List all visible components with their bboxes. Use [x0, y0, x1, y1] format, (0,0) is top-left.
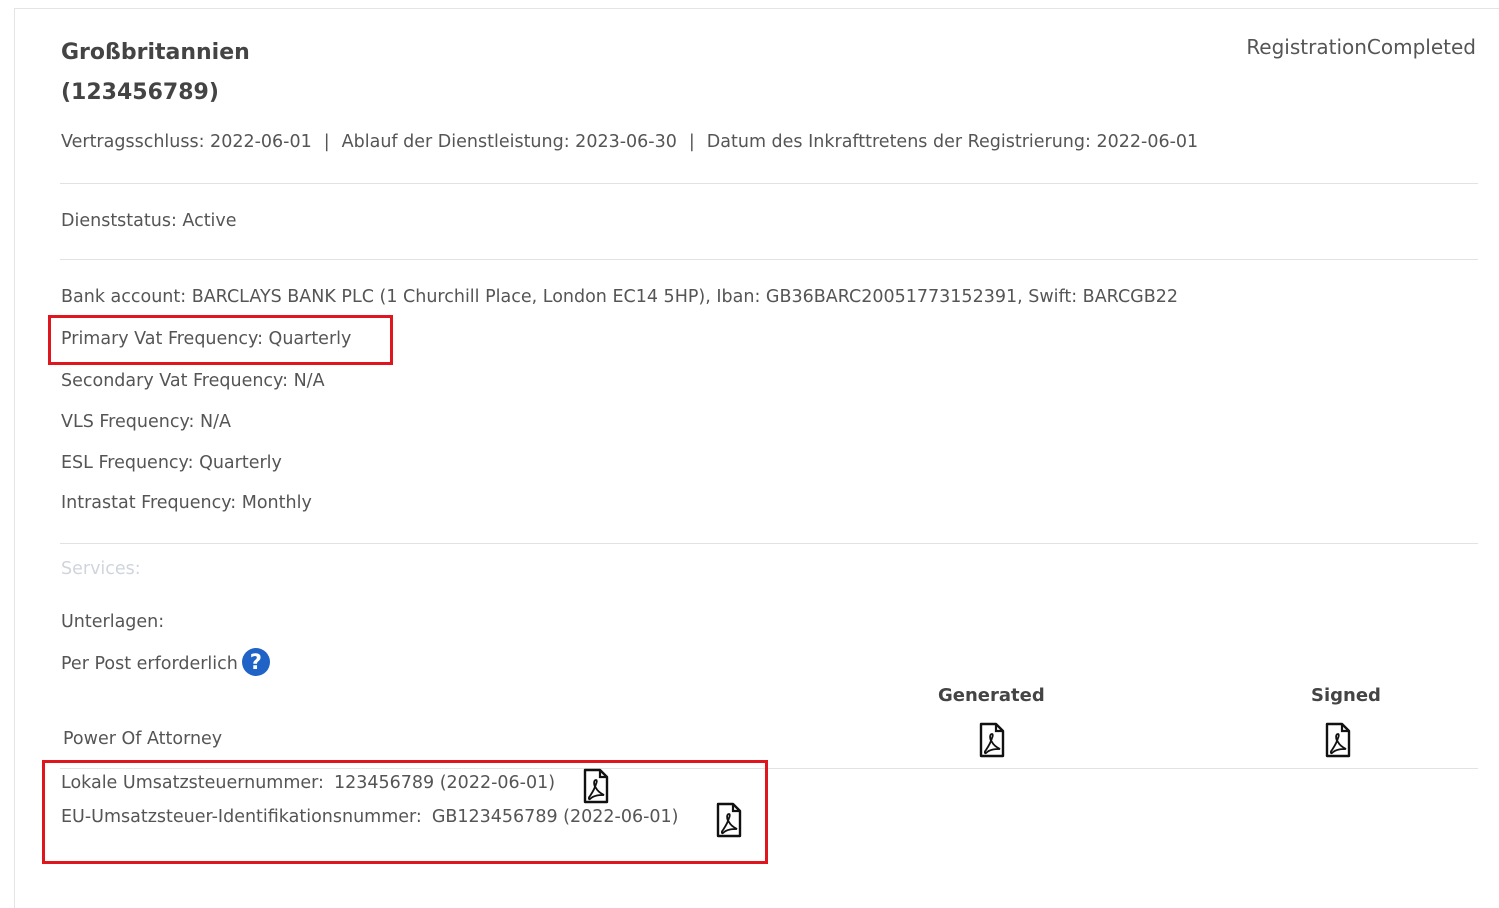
column-signed: Signed [1311, 685, 1381, 706]
highlight-primary-vat [48, 315, 393, 365]
post-required-label: Per Post erforderlich [61, 654, 238, 674]
country-title: Großbritannien (123456789) [61, 33, 321, 113]
intrastat-frequency: Intrastat Frequency: Monthly [61, 493, 312, 513]
meta-separator: | [688, 132, 695, 152]
registration-effective-date: Datum des Inkrafttretens der Registrieru… [706, 132, 1199, 152]
registration-id: (123456789) [61, 80, 219, 105]
column-generated: Generated [938, 685, 1045, 706]
pdf-file-icon[interactable] [1324, 722, 1352, 758]
services-label: Services: [61, 559, 141, 579]
power-of-attorney-label: Power Of Attorney [63, 729, 223, 749]
service-expiry: Ablauf der Dienstleistung: 2023-06-30 [341, 132, 677, 152]
secondary-vat-frequency: Secondary Vat Frequency: N/A [61, 371, 325, 391]
post-required: Per Post erforderlich? [61, 648, 270, 678]
divider [60, 183, 1478, 184]
service-status: Dienststatus: Active [61, 211, 237, 231]
divider [60, 543, 1478, 544]
country-name: Großbritannien [61, 40, 250, 65]
contract-date: Vertragsschluss: 2022-06-01 [61, 132, 312, 152]
vls-frequency: VLS Frequency: N/A [61, 412, 231, 432]
meta-separator: | [323, 132, 330, 152]
highlight-tax-numbers [42, 760, 768, 864]
question-circle-icon[interactable]: ? [241, 648, 270, 676]
pdf-file-icon[interactable] [978, 722, 1006, 758]
documents-label: Unterlagen: [61, 612, 165, 632]
esl-frequency: ESL Frequency: Quarterly [61, 453, 282, 473]
divider [60, 259, 1478, 260]
registration-status: RegistrationCompleted [1246, 35, 1476, 59]
bank-account: Bank account: BARCLAYS BANK PLC (1 Churc… [61, 287, 1179, 307]
contract-meta: Vertragsschluss: 2022-06-01 | Ablauf der D… [61, 132, 1198, 152]
